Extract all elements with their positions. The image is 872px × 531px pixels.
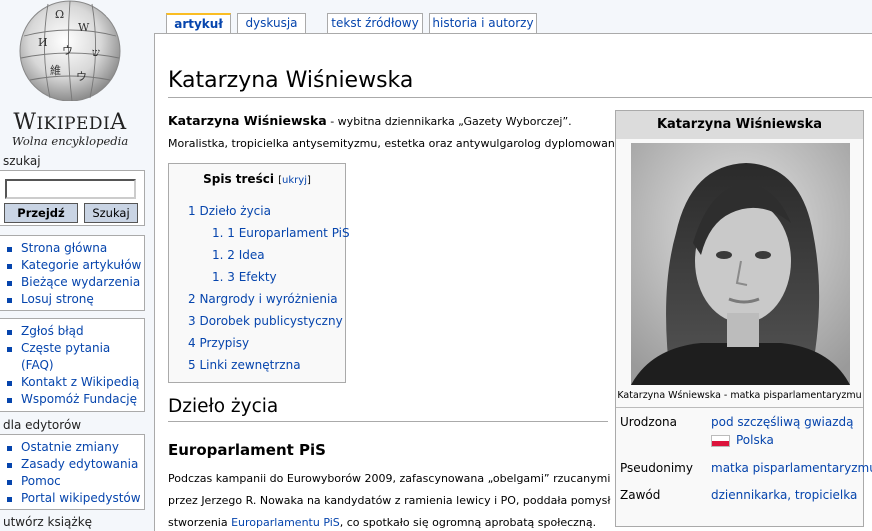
svg-text:ウ: ウ: [76, 70, 87, 83]
subsection-heading: Europarlament PiS: [168, 441, 326, 459]
country-link[interactable]: Polska: [736, 433, 774, 447]
tab-discussion[interactable]: dyskusja: [237, 13, 306, 34]
editing-rules-link[interactable]: Zasady edytowania: [4, 456, 144, 473]
search-portlet: Przejdź Szukaj: [0, 170, 145, 226]
recent-changes-link[interactable]: Ostatnie zmiany: [4, 439, 144, 456]
infobox-divider: [616, 407, 863, 408]
book-heading: utwórz książkę: [3, 515, 93, 529]
body-line-3: stworzenia Europarlamentu PiS, co spotka…: [168, 516, 597, 529]
toc-hide-link[interactable]: ukryj: [282, 175, 307, 186]
svg-text:Ω: Ω: [55, 8, 64, 21]
contact-link[interactable]: Kontakt z Wikipedią: [4, 374, 144, 391]
svg-text:И: И: [38, 36, 48, 49]
title-divider: [168, 97, 872, 98]
toc-item[interactable]: 3 Dorobek publicystyczny: [188, 314, 343, 328]
article-content: Katarzyna Wiśniewska Katarzyna Wiśniewsk…: [154, 33, 872, 531]
help-link[interactable]: Pomoc: [4, 473, 144, 490]
wikipedia-tagline: Wolna encyklopedia: [11, 134, 129, 148]
svg-text:維: 維: [50, 64, 61, 77]
toc-item[interactable]: 1. 2 Idea: [212, 248, 265, 262]
nav-main-page-link[interactable]: Strona główna: [4, 240, 144, 257]
occupation-label: Zawód: [620, 488, 661, 502]
interaction-portlet: Zgłoś błąd Częste pytania (FAQ) Kontakt z…: [0, 318, 145, 412]
poland-flag-icon: [711, 435, 730, 447]
svg-text:ウ: ウ: [62, 44, 73, 57]
toc-item[interactable]: 5 Linki zewnętrzna: [188, 358, 301, 372]
infobox: Katarzyna Wiśniewska Katarzyna Wśniewska…: [615, 110, 872, 527]
toc-item[interactable]: 1. 3 Efekty: [212, 270, 277, 284]
nav-current-events-link[interactable]: Bieżące wydarzenia: [4, 274, 144, 291]
body-line-1: Podczas kampanii do Eurowyborów 2009, za…: [168, 472, 611, 485]
body-line-2: przez Jerzego R. Nowaka na kandydatów z …: [168, 494, 611, 507]
infobox-title: Katarzyna Wiśniewska: [616, 111, 863, 139]
page-title: Katarzyna Wiśniewska: [168, 68, 414, 93]
table-of-contents: Spis treści [ukryj] 1 Dzieło życia 1. 1 …: [168, 163, 350, 383]
editors-portlet: Ostatnie zmiany Zasady edytowania Pomoc …: [0, 434, 145, 510]
svg-text:W: W: [78, 21, 90, 34]
lead-line-1: Katarzyna Wiśniewska - wybitna dziennika…: [168, 111, 572, 132]
wikipedia-logo[interactable]: Ω W И ウ ש 維 ウ WIKIPEDIA Wolna encykloped…: [0, 0, 150, 152]
wikipedia-wordmark: WIKIPEDIA: [13, 110, 127, 135]
editors-heading: dla edytorów: [3, 418, 82, 432]
svg-text:ש: ש: [92, 46, 100, 59]
lead-text: - wybitna dziennikarka „Gazety Wyborczej…: [326, 115, 572, 128]
report-error-link[interactable]: Zgłoś błąd: [4, 323, 144, 340]
nav-categories-link[interactable]: Kategorie artykułów: [4, 257, 144, 274]
go-button[interactable]: Przejdź: [4, 203, 78, 223]
navigation-portlet: Strona główna Kategorie artykułów Bieżąc…: [0, 235, 145, 311]
pseudonyms-label: Pseudonimy: [620, 461, 693, 475]
portrait-photo[interactable]: [631, 143, 850, 385]
tab-view-source[interactable]: tekst źródłowy: [327, 13, 423, 34]
occupation-value-link[interactable]: dziennikarka, tropicielka: [711, 488, 857, 502]
born-label: Urodzona: [620, 415, 678, 429]
pseudonyms-value-link[interactable]: matka pisparlamentaryzmu: [711, 461, 872, 475]
donate-link[interactable]: Wspomóż Fundację: [4, 391, 144, 408]
section-heading: Dzieło życia: [168, 396, 279, 417]
europarlament-pis-link[interactable]: Europarlamentu PiS: [231, 516, 340, 529]
toc-item[interactable]: 1. 1 Europarlament PiS: [212, 226, 350, 240]
portrait-image: [631, 143, 850, 385]
faq-link[interactable]: Częste pytania (FAQ): [4, 340, 144, 374]
photo-caption: Katarzyna Wśniewska - matka pisparlament…: [617, 390, 862, 401]
lead-subject: Katarzyna Wiśniewska: [168, 113, 327, 128]
toc-title: Spis treści [ukryj]: [203, 172, 311, 186]
toc-item[interactable]: 2 Nargrody i wyróżnienia: [188, 292, 338, 306]
search-input[interactable]: [5, 179, 136, 199]
lead-line-2: Moralistka, tropicielka antysemityzmu, e…: [168, 137, 624, 150]
section-divider: [168, 421, 608, 422]
toc-item[interactable]: 1 Dzieło życia: [188, 204, 271, 218]
tab-article[interactable]: artykuł: [166, 13, 231, 35]
search-heading: szukaj: [3, 154, 41, 168]
born-value-link[interactable]: pod szczęśliwą gwiazdą: [711, 415, 854, 429]
community-portal-link[interactable]: Portal wikipedystów: [4, 490, 144, 507]
puzzle-globe-icon: Ω W И ウ ש 維 ウ: [19, 0, 122, 101]
tab-history[interactable]: historia i autorzy: [429, 13, 537, 34]
search-button[interactable]: Szukaj: [84, 203, 138, 223]
nav-random-page-link[interactable]: Losuj stronę: [4, 291, 144, 308]
toc-item[interactable]: 4 Przypisy: [188, 336, 249, 350]
